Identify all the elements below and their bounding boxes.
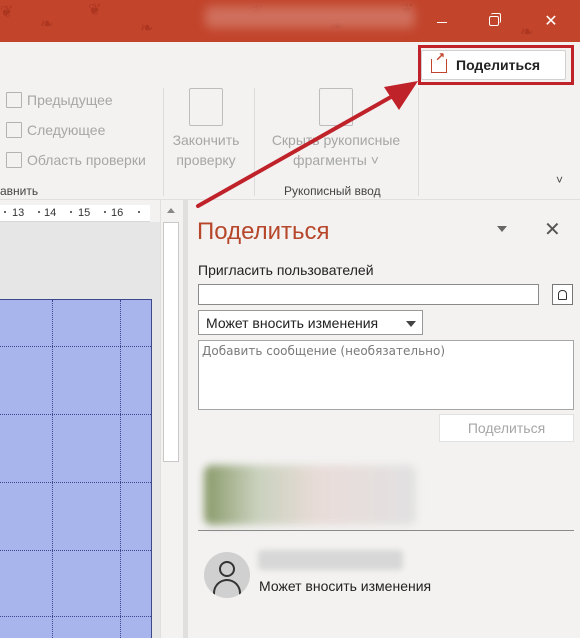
compare-group-label: авнить [0, 184, 39, 198]
vertical-scrollbar[interactable] [160, 200, 182, 638]
next-comment-button[interactable]: Следующее [6, 122, 105, 138]
scroll-thumb[interactable] [163, 222, 179, 462]
ruler-label: 16 [111, 207, 124, 219]
previous-comment-icon [6, 92, 22, 108]
highlight-box [418, 45, 574, 85]
invite-label: Пригласить пользователей [198, 262, 374, 278]
ruler-tick [70, 211, 72, 213]
hide-ink-button[interactable]: Скрыть рукописные фрагменты ˅ [262, 88, 410, 170]
ribbon-separator [254, 88, 255, 196]
ribbon-separator [163, 88, 164, 196]
user-icon-body [213, 579, 241, 598]
pane-share-button[interactable]: Поделиться [439, 414, 574, 442]
grid-line [0, 616, 151, 617]
address-book-button[interactable] [552, 284, 573, 305]
leaf-pattern-icon: ❦ [0, 4, 14, 21]
pane-title: Поделиться [197, 218, 330, 245]
window-close-button[interactable]: ✕ [540, 10, 562, 32]
grid-line [0, 346, 151, 347]
scroll-up-icon[interactable] [167, 208, 175, 213]
next-comment-label: Следующее [27, 122, 106, 138]
user-icon [219, 561, 235, 577]
grid-line [0, 482, 151, 483]
finish-review-label-1: Закончить [172, 132, 240, 148]
review-pane-icon [6, 152, 22, 168]
minimize-button[interactable] [431, 10, 453, 32]
grid-line [0, 414, 151, 415]
message-textarea[interactable]: Добавить сообщение (необязательно) [198, 340, 574, 410]
leaf-pattern-icon: ❧ [40, 16, 54, 33]
grid-line [0, 550, 151, 551]
slide-canvas[interactable] [0, 299, 152, 638]
chevron-down-icon [406, 321, 416, 327]
shared-user-name-blurred [258, 550, 403, 570]
horizontal-ruler: 13 14 15 16 [0, 205, 150, 222]
hide-ink-label-2: фрагменты ˅ [293, 152, 379, 168]
pane-options-icon[interactable] [497, 226, 507, 232]
ink-group-label: Рукописный ввод [284, 184, 381, 198]
permission-select[interactable]: Может вносить изменения [198, 310, 423, 335]
finish-review-icon [189, 88, 223, 126]
ruler-tick [138, 211, 140, 213]
ruler-label: 15 [78, 207, 91, 219]
ruler-label: 14 [44, 207, 57, 219]
hide-ink-icon [319, 88, 353, 126]
collapse-ribbon-button[interactable]: ˅ [556, 173, 563, 187]
leaf-pattern-icon: ❧ [520, 24, 534, 41]
pane-close-button[interactable]: ✕ [544, 217, 561, 242]
ruler-tick [4, 211, 6, 213]
ruler-label: 13 [12, 207, 25, 219]
previous-comment-button[interactable]: Предыдущее [6, 92, 113, 108]
title-bar: ❦ ❧ ❦ ❧ ❦ ❧ ❦ ❧ ✕ [0, 0, 580, 42]
document-title-blurred [205, 6, 415, 28]
leaf-pattern-icon: ❧ [140, 20, 154, 37]
ruler-tick [38, 211, 40, 213]
review-pane-button[interactable]: Область проверки [6, 152, 146, 168]
pane-divider-line [198, 530, 574, 531]
grid-line [120, 300, 121, 638]
shared-user-blurred [204, 465, 416, 525]
avatar [204, 552, 250, 598]
hide-ink-label-1: Скрыть рукописные [271, 132, 401, 148]
leaf-pattern-icon: ❦ [88, 2, 102, 19]
finish-review-label-2: проверку [176, 152, 236, 168]
permission-select-value: Может вносить изменения [206, 315, 379, 331]
finish-review-button[interactable]: Закончить проверку [166, 88, 246, 170]
ruler-tick [104, 211, 106, 213]
invite-input[interactable] [198, 284, 539, 305]
share-pane: Поделиться ✕ Пригласить пользователей Мо… [188, 200, 580, 638]
address-book-icon [558, 289, 567, 300]
minimize-icon [437, 21, 447, 23]
restore-button[interactable] [483, 10, 505, 32]
grid-line [52, 300, 53, 638]
review-pane-label: Область проверки [27, 152, 146, 168]
restore-icon [489, 13, 501, 26]
next-comment-icon [6, 122, 22, 138]
shared-user-permission[interactable]: Может вносить изменения [259, 578, 431, 594]
ribbon-separator [418, 88, 419, 196]
previous-comment-label: Предыдущее [27, 92, 113, 108]
